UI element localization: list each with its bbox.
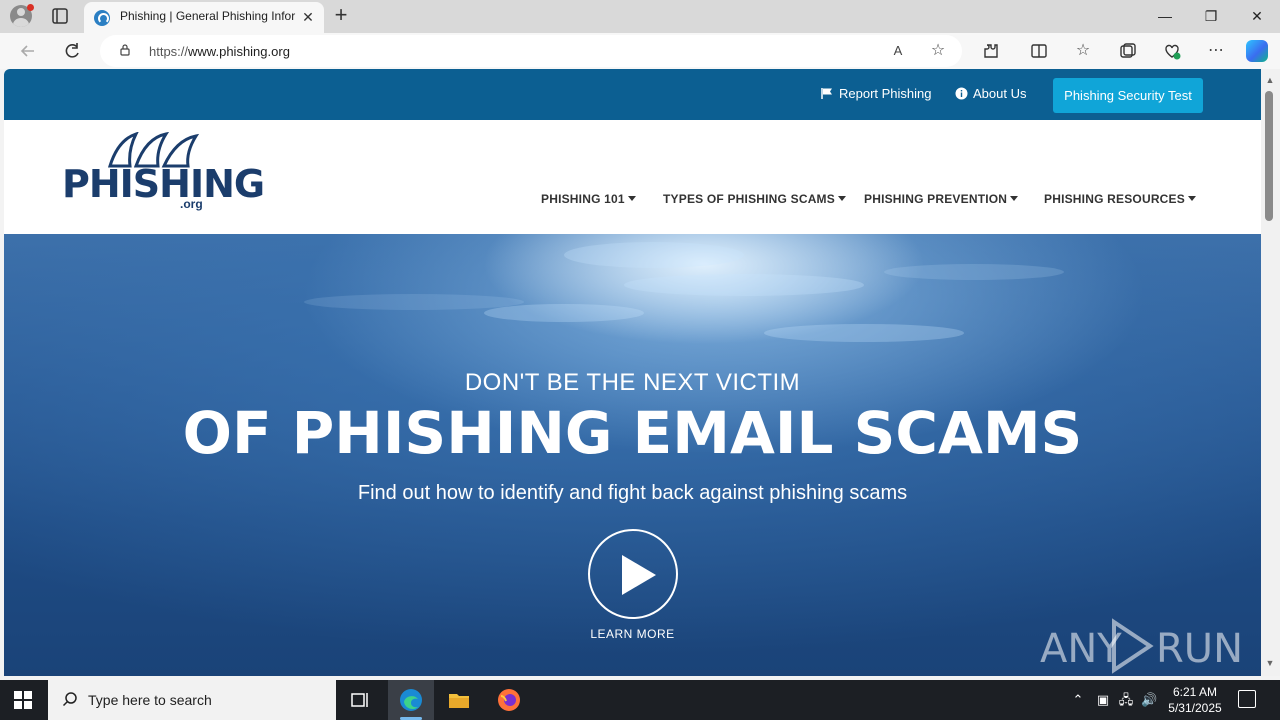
anyrun-watermark: ANY RUN — [1040, 616, 1243, 674]
lock-icon[interactable] — [120, 44, 130, 56]
split-screen-icon[interactable] — [1029, 41, 1049, 61]
show-hidden-icons-chevron-up-icon[interactable]: ⌃ — [1070, 692, 1086, 708]
address-bar[interactable]: https://www.phishing.org A ☆ — [100, 35, 962, 67]
windows-taskbar: Type here to search ⌃ ▣ 🖧 🔊 6:21 AM 5/31… — [0, 680, 1280, 720]
refresh-icon[interactable] — [62, 41, 82, 61]
url-host: www.phishing.org — [188, 44, 290, 59]
device-icon[interactable]: ▣ — [1095, 692, 1111, 708]
nav-types-of-phishing-scams[interactable]: TYPES OF PHISHING SCAMS — [663, 192, 846, 206]
caret-down-icon — [1010, 196, 1019, 201]
water-ripple — [304, 294, 524, 310]
report-phishing-label: Report Phishing — [839, 86, 932, 101]
caret-down-icon — [837, 196, 846, 201]
back-icon[interactable] — [18, 41, 38, 61]
water-ripple — [484, 304, 644, 322]
hero-title: OF PHISHING EMAIL SCAMS — [182, 399, 1083, 467]
phishing-org-favicon-icon — [94, 10, 110, 26]
site-header: PHISHING .org PHISHING 101 TYPES OF PHIS… — [4, 120, 1261, 234]
volume-icon[interactable]: 🔊 — [1141, 692, 1157, 708]
phishing-org-logo[interactable]: PHISHING .org — [60, 132, 265, 212]
edge-browser-icon[interactable] — [399, 688, 423, 712]
water-ripple — [624, 274, 864, 296]
scroll-thumb[interactable] — [1265, 91, 1273, 221]
nav-phishing-101[interactable]: PHISHING 101 — [541, 192, 636, 206]
tab-title: Phishing | General Phishing Information — [120, 9, 296, 23]
hero-banner: DON'T BE THE NEXT VICTIM OF PHISHING EMA… — [4, 234, 1261, 676]
anyrun-watermark-logo-icon: ANY RUN — [1040, 618, 1243, 674]
flag-icon — [821, 88, 832, 99]
extensions-icon[interactable] — [981, 41, 1001, 61]
favorite-star-icon[interactable]: ☆ — [928, 41, 948, 61]
windows-start-icon[interactable] — [14, 691, 32, 709]
url-text[interactable]: https://www.phishing.org — [149, 44, 290, 59]
taskbar-search-box[interactable]: Type here to search — [48, 680, 336, 720]
firefox-icon[interactable] — [497, 688, 521, 712]
svg-text:RUN: RUN — [1156, 626, 1240, 672]
taskbar-search-placeholder: Type here to search — [88, 692, 212, 708]
browser-toolbar: https://www.phishing.org A ☆ ☆ ⋯ — [0, 33, 1280, 69]
nav-types-label: TYPES OF PHISHING SCAMS — [663, 192, 835, 206]
read-aloud-icon[interactable]: A — [888, 41, 908, 61]
more-icon[interactable]: ⋯ — [1206, 41, 1226, 61]
site-top-bar: Report Phishing About Us Phishing Securi… — [4, 69, 1261, 120]
clock-date: 5/31/2025 — [1168, 701, 1222, 715]
caret-down-icon — [1187, 196, 1196, 201]
browser-essentials-icon[interactable] — [1162, 41, 1182, 61]
browser-tab-bar: Phishing | General Phishing Information … — [0, 0, 1280, 33]
restore-icon[interactable]: ❐ — [1196, 4, 1226, 28]
notification-center-icon[interactable] — [1238, 690, 1256, 708]
new-tab-icon[interactable]: + — [330, 4, 352, 26]
close-window-icon[interactable]: ✕ — [1242, 4, 1272, 28]
hero-subtitle: DON'T BE THE NEXT VICTIM — [464, 369, 801, 396]
nav-prevention-label: PHISHING PREVENTION — [864, 192, 1008, 206]
page-viewport: Report Phishing About Us Phishing Securi… — [4, 69, 1261, 676]
task-view-icon[interactable] — [348, 688, 372, 712]
hero-description: Find out how to identify and fight back … — [357, 482, 908, 504]
water-ripple — [564, 242, 744, 268]
nav-phishing-prevention[interactable]: PHISHING PREVENTION — [864, 192, 1019, 206]
nav-resources-label: PHISHING RESOURCES — [1044, 192, 1185, 206]
svg-text:ANY: ANY — [1040, 626, 1122, 672]
play-video-icon[interactable] — [588, 529, 678, 619]
water-ripple — [884, 264, 1064, 280]
report-phishing-link[interactable]: Report Phishing — [821, 86, 932, 101]
minimize-icon[interactable]: — — [1150, 4, 1180, 28]
caret-down-icon — [627, 196, 636, 201]
phishing-security-test-button[interactable]: Phishing Security Test — [1053, 78, 1203, 113]
search-icon — [62, 692, 77, 707]
info-icon — [955, 87, 968, 100]
scroll-down-icon[interactable]: ▼ — [1264, 658, 1276, 668]
clock-time: 6:21 AM — [1172, 685, 1218, 699]
about-us-link[interactable]: About Us — [955, 86, 1026, 101]
network-icon[interactable]: 🖧 — [1118, 692, 1134, 708]
page-scrollbar[interactable]: ▲ ▼ — [1261, 69, 1280, 676]
url-scheme: https:// — [149, 44, 189, 59]
logo-wordmark: PHISHING — [62, 162, 265, 206]
favorites-icon[interactable]: ☆ — [1073, 41, 1093, 61]
tab-actions-icon[interactable] — [50, 6, 70, 26]
file-explorer-icon[interactable] — [447, 688, 471, 712]
scroll-up-icon[interactable]: ▲ — [1264, 75, 1276, 85]
nav-phishing-101-label: PHISHING 101 — [541, 192, 625, 206]
active-tab[interactable]: Phishing | General Phishing Information … — [84, 2, 324, 33]
nav-phishing-resources[interactable]: PHISHING RESOURCES — [1044, 192, 1196, 206]
logo-suffix: .org — [180, 197, 203, 211]
collections-icon[interactable] — [1118, 41, 1138, 61]
close-tab-icon[interactable]: ✕ — [300, 9, 316, 25]
copilot-icon[interactable] — [1246, 40, 1268, 62]
water-ripple — [764, 324, 964, 342]
taskbar-clock[interactable]: 6:21 AM 5/31/2025 — [1160, 684, 1230, 716]
profile-notification-dot — [27, 4, 34, 11]
about-us-label: About Us — [973, 86, 1027, 101]
